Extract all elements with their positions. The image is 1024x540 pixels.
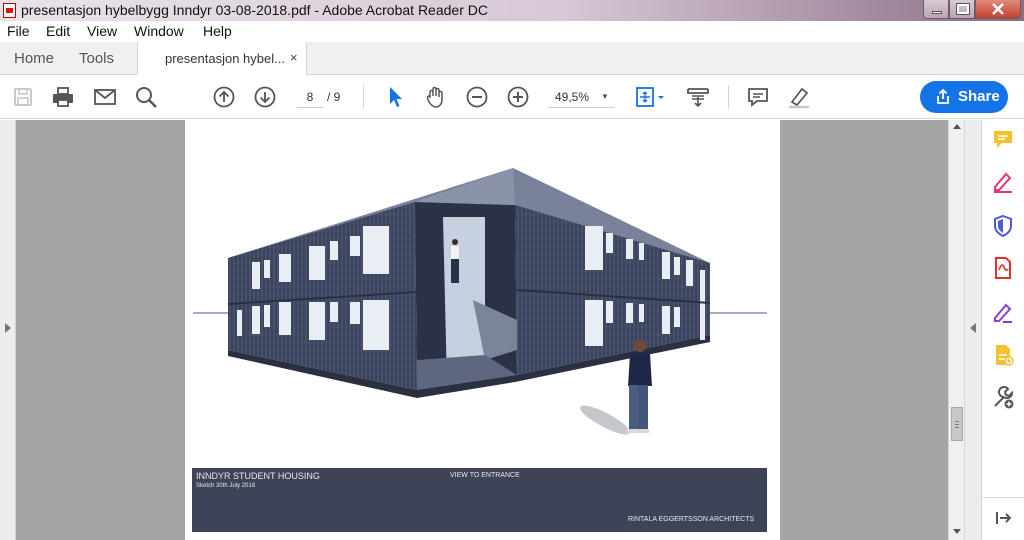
search-icon[interactable] xyxy=(133,84,159,110)
close-icon xyxy=(992,3,1004,15)
save-icon[interactable] xyxy=(10,84,36,110)
share-icon xyxy=(937,89,949,104)
zoom-in-icon[interactable] xyxy=(505,84,531,110)
close-window-button[interactable] xyxy=(975,0,1021,19)
caption-architect: RINTALA EGGERTSSON ARCHITECTS xyxy=(628,516,755,523)
caption-view: VIEW TO ENTRANCE xyxy=(450,472,520,479)
more-tools-icon[interactable] xyxy=(991,386,1015,410)
expand-left-pane-icon[interactable] xyxy=(5,323,11,333)
scroll-mode-icon[interactable] xyxy=(685,84,711,110)
comment-tool-icon[interactable] xyxy=(991,128,1015,152)
minimize-button[interactable] xyxy=(923,0,949,19)
fit-page-icon[interactable] xyxy=(634,84,670,110)
grip-line xyxy=(955,421,959,422)
share-button-label: Share xyxy=(958,88,1000,105)
next-page-icon[interactable] xyxy=(252,84,278,110)
menu-window[interactable]: Window xyxy=(134,23,184,39)
previous-page-icon[interactable] xyxy=(211,84,237,110)
toolbar-divider xyxy=(363,85,364,109)
pdf-page: INNDYR STUDENT HOUSING Sketch 30th July … xyxy=(185,120,780,540)
minimize-icon xyxy=(932,11,942,14)
close-tab-icon[interactable]: × xyxy=(290,50,298,65)
left-pane-toggle[interactable] xyxy=(0,120,16,540)
scroll-down-icon[interactable] xyxy=(953,529,961,534)
menu-file[interactable]: File xyxy=(7,23,30,39)
tab-bar: Home Tools presentasjon hybel... × xyxy=(0,42,1024,76)
title-bar: presentasjon hybelbygg Inndyr 03-08-2018… xyxy=(0,0,1024,21)
acrobat-app-icon xyxy=(3,3,16,18)
main-toolbar: 8 / 9 49,5% ▼ Share xyxy=(0,75,1024,119)
zoom-out-icon[interactable] xyxy=(464,84,490,110)
page-number-input[interactable]: 8 xyxy=(297,86,323,108)
menu-bar: File Edit View Window Help xyxy=(0,21,1024,42)
caption-title: INNDYR STUDENT HOUSING xyxy=(196,471,320,481)
tools-pane-divider xyxy=(982,497,1024,498)
menu-view[interactable]: View xyxy=(87,23,117,39)
share-button[interactable]: Share xyxy=(920,81,1008,113)
vertical-scrollbar[interactable] xyxy=(948,120,964,540)
protect-icon[interactable] xyxy=(991,214,1015,238)
hand-icon[interactable] xyxy=(423,84,449,110)
print-icon[interactable] xyxy=(50,84,76,110)
menu-edit[interactable]: Edit xyxy=(46,23,70,39)
caption-date: Sketch 30th July 2018 xyxy=(196,483,256,489)
collapse-right-pane-icon[interactable] xyxy=(970,323,976,333)
grip-line xyxy=(955,427,959,428)
collapse-pane-icon[interactable] xyxy=(991,506,1015,530)
fill-sign-icon[interactable] xyxy=(991,170,1015,194)
document-tab-label: presentasjon hybel... xyxy=(165,51,285,66)
export-pdf-icon[interactable] xyxy=(991,256,1015,280)
scrollbar-thumb[interactable] xyxy=(951,407,963,441)
comment-icon[interactable] xyxy=(745,84,771,110)
highlight-pen-icon[interactable] xyxy=(786,84,812,110)
window-title: presentasjon hybelbygg Inndyr 03-08-2018… xyxy=(21,2,488,18)
right-pane-toggle[interactable] xyxy=(964,120,981,540)
menu-help[interactable]: Help xyxy=(203,23,232,39)
maximize-button[interactable] xyxy=(949,0,975,19)
restore-icon xyxy=(956,3,970,15)
create-pdf-icon[interactable] xyxy=(991,343,1015,367)
toolbar-divider xyxy=(728,85,729,109)
page-count: / 9 xyxy=(327,90,341,104)
select-cursor-icon[interactable] xyxy=(382,84,408,110)
title-block: INNDYR STUDENT HOUSING Sketch 30th July … xyxy=(192,468,767,532)
tab-tools[interactable]: Tools xyxy=(79,50,114,67)
zoom-level-value: 49,5% xyxy=(555,90,590,104)
fill-sign-pen-icon[interactable] xyxy=(991,300,1015,324)
tab-document[interactable]: presentasjon hybel... × xyxy=(137,42,307,76)
chevron-down-icon: ▼ xyxy=(601,92,609,101)
zoom-level-select[interactable]: 49,5% ▼ xyxy=(548,86,614,108)
email-icon[interactable] xyxy=(92,84,118,110)
grip-line xyxy=(955,424,959,425)
tools-pane xyxy=(981,120,1024,540)
scroll-up-icon[interactable] xyxy=(953,124,961,129)
tab-home[interactable]: Home xyxy=(14,50,54,67)
